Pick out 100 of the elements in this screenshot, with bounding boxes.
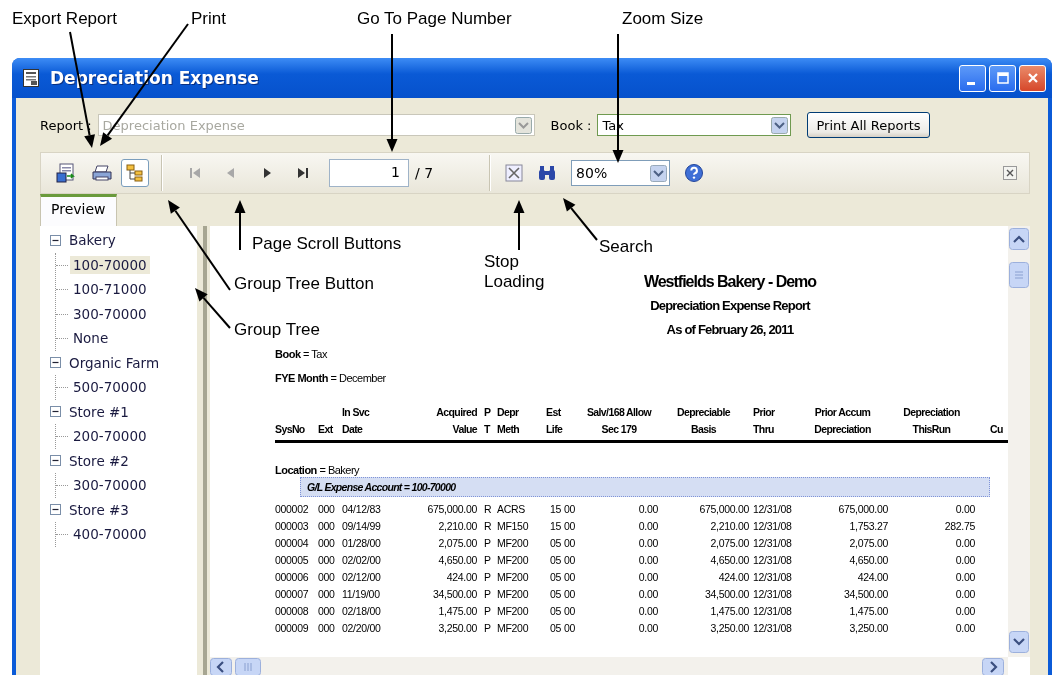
table-cell-text: 000007 xyxy=(275,587,310,602)
column-header: Depreciation ThisRun xyxy=(902,405,961,437)
table-cell-text: 12/31/08 xyxy=(752,553,793,568)
tree-item[interactable]: Store #3 xyxy=(66,500,132,519)
book-label: Book : xyxy=(550,117,592,133)
stop-icon[interactable] xyxy=(505,164,524,182)
preview-tab[interactable]: Preview xyxy=(40,194,117,226)
column-header: Depr Meth xyxy=(496,405,521,437)
callout-label: Go To Page Number xyxy=(357,9,512,29)
table-cell-text: P xyxy=(483,587,492,602)
tree-item[interactable]: 100-70000 xyxy=(70,255,150,274)
table-cell-text: 0.00 xyxy=(637,553,658,568)
table-cell-text: 00 xyxy=(564,570,577,585)
close-button[interactable] xyxy=(1019,64,1046,92)
table-cell-text: 34,500.00 xyxy=(704,587,749,602)
tree-item[interactable]: 100-71000 xyxy=(70,280,150,299)
table-cell-text: 0.00 xyxy=(954,502,975,517)
table-cell-text: 2,075.00 xyxy=(709,536,749,551)
table-cell-text: 34,500.00 xyxy=(432,587,477,602)
close-icon[interactable] xyxy=(1003,166,1017,180)
table-cell-text: 0.00 xyxy=(954,553,975,568)
page-number-field[interactable]: 1 xyxy=(329,159,409,187)
collapse-icon[interactable] xyxy=(50,455,61,467)
table-cell-text: 34,500.00 xyxy=(843,587,888,602)
table-cell-text: MF200 xyxy=(496,570,530,585)
vertical-scrollbar[interactable] xyxy=(1008,226,1030,657)
scroll-up-icon[interactable] xyxy=(1009,228,1029,250)
table-cell-text: 00 xyxy=(564,536,577,551)
table-cell-text: 1,753.27 xyxy=(848,519,888,534)
table-cell-text: 424.00 xyxy=(445,570,477,585)
table-cell-text: 02/18/00 xyxy=(342,604,382,619)
table-cell-text: 01/28/00 xyxy=(342,536,382,551)
table-cell-text: 000008 xyxy=(275,604,310,619)
collapse-icon[interactable] xyxy=(50,504,61,516)
table-cell-text: MF200 xyxy=(496,587,530,602)
splitter[interactable] xyxy=(197,226,210,675)
table-cell-text: 0.00 xyxy=(637,570,658,585)
tree-item[interactable]: Bakery xyxy=(66,231,119,250)
scroll-left-icon[interactable] xyxy=(210,658,232,675)
table-cell-text: 000002 xyxy=(275,502,310,517)
collapse-icon[interactable] xyxy=(50,406,61,418)
zoom-dropdown[interactable]: 80% xyxy=(571,160,671,186)
table-cell-text: 00 xyxy=(564,621,577,636)
callout-label: Stop Loading xyxy=(484,252,546,292)
print-all-reports-button[interactable]: Print All Reports xyxy=(807,112,930,138)
table-cell-text: 0.00 xyxy=(954,570,975,585)
table-cell-text: 00 xyxy=(564,604,577,619)
tree-item[interactable]: Store #1 xyxy=(66,402,132,421)
table-cell-text: 675,000.00 xyxy=(426,502,477,517)
scroll-down-icon[interactable] xyxy=(1009,631,1029,653)
table-cell-text: 3,250.00 xyxy=(848,621,888,636)
table-cell-text: 15 xyxy=(549,519,563,534)
minimize-button[interactable] xyxy=(959,64,986,92)
tree-item[interactable]: 400-70000 xyxy=(70,525,150,544)
table-cell-text: 15 xyxy=(549,502,563,517)
callout-label: Search xyxy=(599,237,653,257)
tree-item[interactable]: 300-70000 xyxy=(70,304,150,323)
group-tree-button[interactable] xyxy=(121,159,149,187)
help-icon[interactable] xyxy=(684,163,705,183)
table-cell-text: 000009 xyxy=(275,621,310,636)
column-header: SysNo xyxy=(275,422,306,437)
table-cell-text: 2,210.00 xyxy=(437,519,477,534)
table-cell-text: 000 xyxy=(318,587,336,602)
report-title: Westfields Bakery - Demo xyxy=(643,272,817,292)
last-page-icon[interactable] xyxy=(295,165,311,181)
tree-item[interactable]: 200-70000 xyxy=(70,427,150,446)
scroll-thumb[interactable] xyxy=(1009,262,1029,288)
collapse-icon[interactable] xyxy=(50,357,61,369)
printer-icon[interactable] xyxy=(91,162,113,184)
tree-item[interactable]: None xyxy=(70,329,112,348)
table-cell-text: 000005 xyxy=(275,553,310,568)
maximize-button[interactable] xyxy=(989,64,1016,92)
column-header: Prior Thru xyxy=(752,405,776,437)
tree-item[interactable]: 300-70000 xyxy=(70,476,150,495)
collapse-icon[interactable] xyxy=(50,234,61,246)
table-cell-text: 00 xyxy=(564,502,577,517)
table-cell-text: 12/31/08 xyxy=(752,502,793,517)
scroll-right-icon[interactable] xyxy=(982,658,1004,675)
column-header: Salv/168 Allow Sec 179 xyxy=(585,405,653,437)
table-cell-text: 1,475.00 xyxy=(437,604,477,619)
group-label: Location = Bakery xyxy=(275,463,361,477)
table-cell-text: MF200 xyxy=(496,553,530,568)
export-icon[interactable] xyxy=(55,162,77,184)
tree-item[interactable]: Organic Farm xyxy=(66,353,163,372)
table-cell-text: 4,650.00 xyxy=(848,553,888,568)
table-cell-text: 0.00 xyxy=(637,621,658,636)
scroll-thumb[interactable] xyxy=(235,658,261,675)
horizontal-scrollbar[interactable] xyxy=(210,657,1008,675)
callout-label: Export Report xyxy=(12,9,117,29)
binoculars-icon[interactable] xyxy=(537,164,558,182)
table-cell-text: 000 xyxy=(318,621,336,636)
table-cell-text: 05 xyxy=(549,570,563,585)
callout-arrow xyxy=(234,200,246,251)
tree-item[interactable]: 500-70000 xyxy=(70,378,150,397)
table-cell-text: 282.75 xyxy=(943,519,975,534)
maximize-icon xyxy=(996,72,1009,84)
callout-arrow xyxy=(513,200,525,251)
table-cell-text: 11/19/00 xyxy=(342,587,381,602)
tree-item[interactable]: Store #2 xyxy=(66,451,132,470)
column-header: Prior Accum Depreciation xyxy=(813,405,872,437)
